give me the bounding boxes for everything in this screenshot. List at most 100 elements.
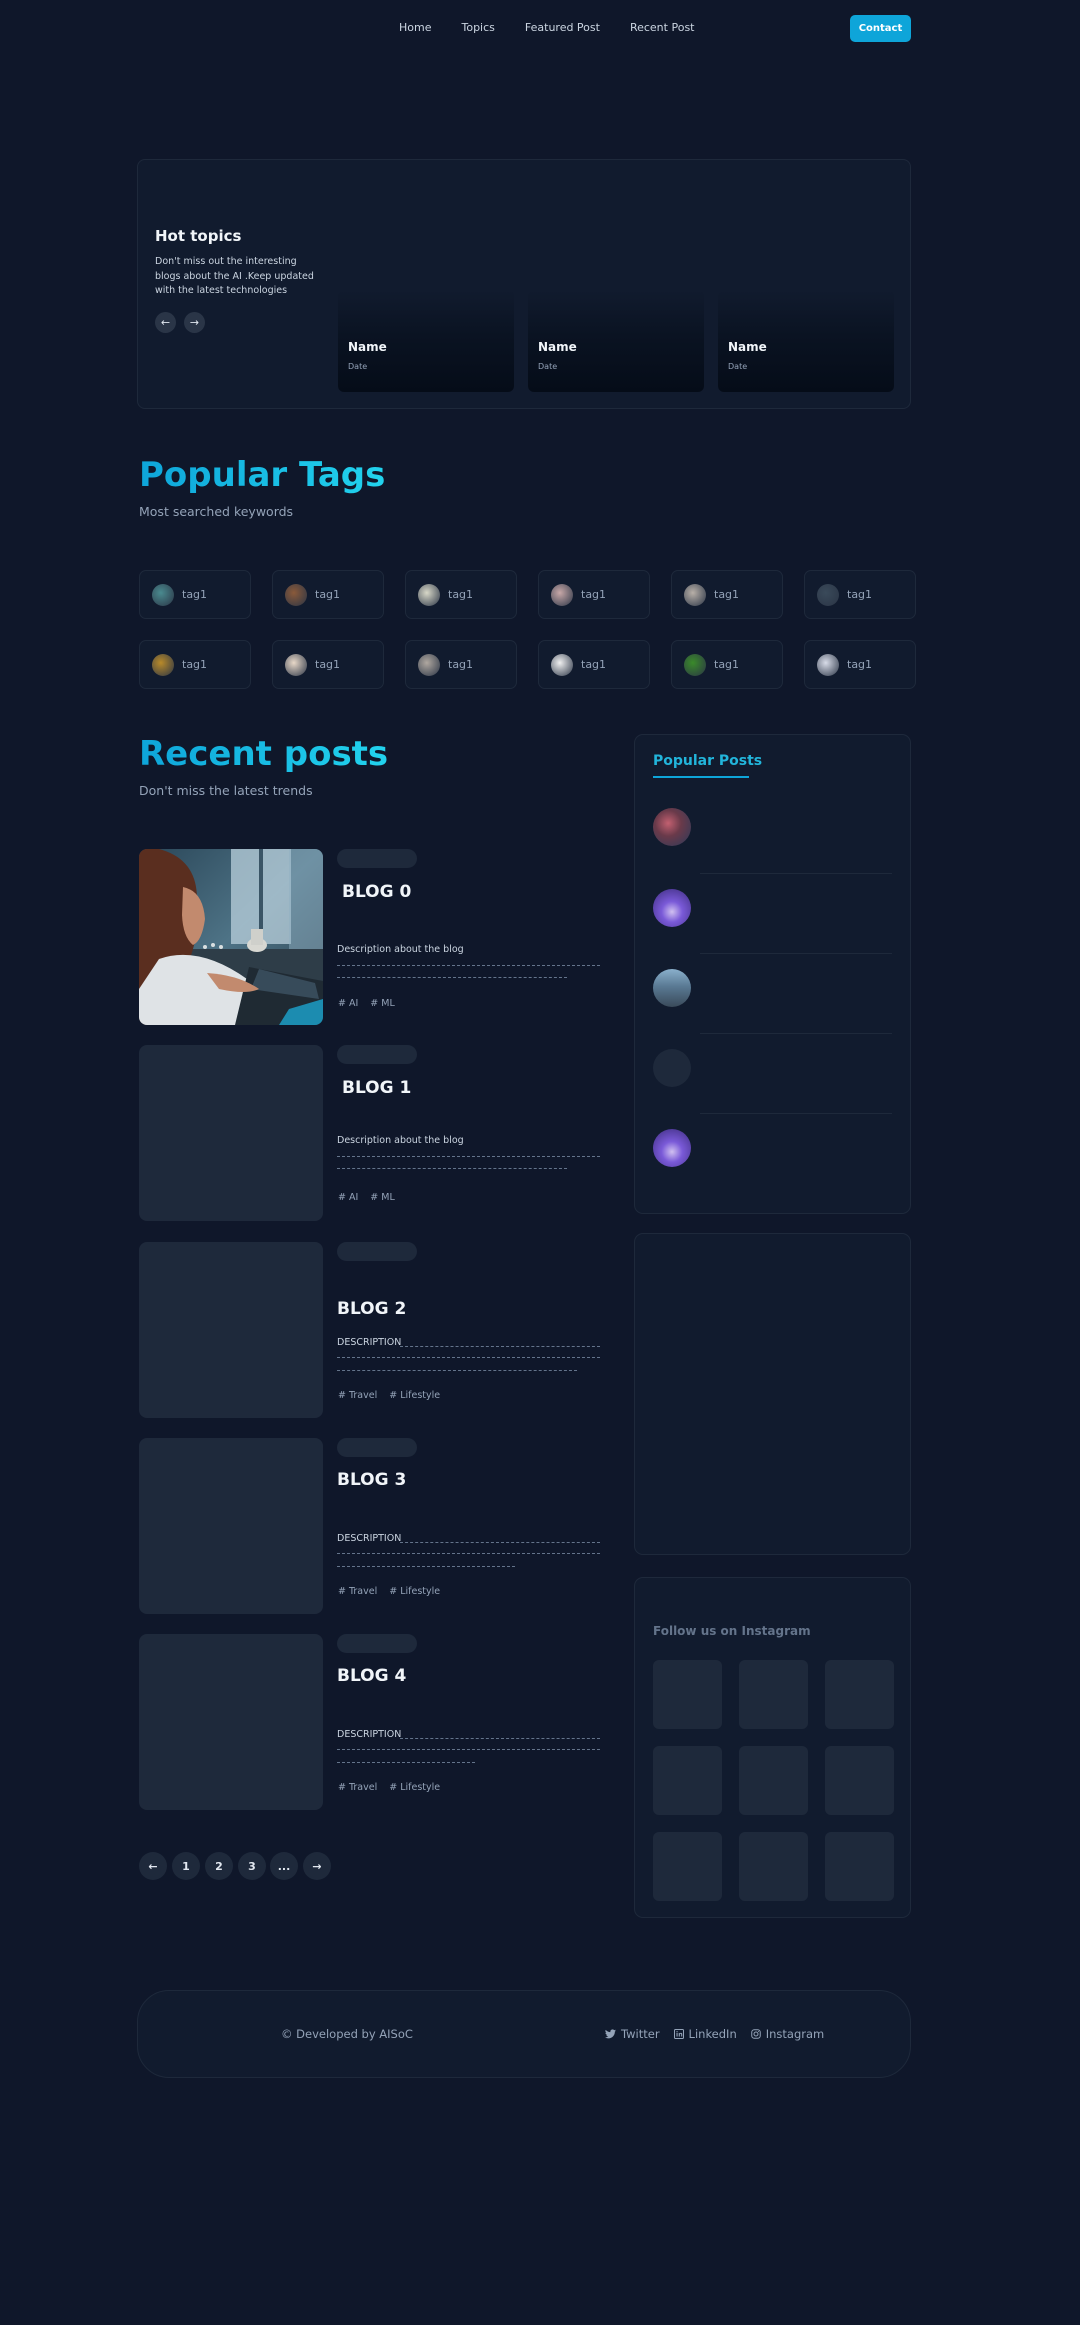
blog-3-title[interactable]: BLOG 3 [337, 1470, 406, 1490]
tag-chip[interactable]: tag1 [804, 640, 916, 689]
tag-chip[interactable]: tag1 [671, 570, 783, 619]
nav-link-topics[interactable]: Topics [461, 21, 494, 34]
hot-topic-name: Name [538, 340, 577, 354]
blog-tag[interactable]: # ML [370, 998, 394, 1009]
blog-4-text-line [337, 1749, 600, 1750]
blog-4-title[interactable]: BLOG 4 [337, 1666, 406, 1686]
tag-label: tag1 [714, 588, 740, 601]
blog-tag[interactable]: # Travel [338, 1390, 377, 1401]
blog-4-text-line [400, 1738, 600, 1739]
instagram-tile[interactable] [653, 1746, 722, 1815]
blog-4-image[interactable] [139, 1634, 323, 1810]
popular-posts-underline [653, 776, 749, 778]
popular-post-divider [700, 873, 892, 874]
popular-tags-title: Popular Tags [139, 455, 386, 495]
blog-tag[interactable]: # Lifestyle [389, 1782, 440, 1793]
blog-tag[interactable]: # Lifestyle [389, 1586, 440, 1597]
tag-avatar [684, 653, 706, 676]
tag-chip[interactable]: tag1 [804, 570, 916, 619]
blog-3-text-line [337, 1566, 515, 1567]
instagram-tile[interactable] [653, 1660, 722, 1729]
tag-chip[interactable]: tag1 [272, 570, 384, 619]
blog-tag[interactable]: # Travel [338, 1586, 377, 1597]
blog-tag[interactable]: # ML [370, 1192, 394, 1203]
pagination-prev-button[interactable]: ← [139, 1852, 167, 1880]
nav-link-home[interactable]: Home [399, 21, 431, 34]
tag-chip[interactable]: tag1 [139, 570, 251, 619]
blog-1-text-line [337, 1168, 567, 1169]
blog-0-text-line [337, 965, 600, 966]
footer-credit: © Developed by AISoC [281, 2027, 413, 2041]
popular-post-divider [700, 1033, 892, 1034]
popular-post-avatar[interactable] [653, 1129, 691, 1167]
tag-chip[interactable]: tag1 [671, 640, 783, 689]
hot-topics-prev-button[interactable]: ← [155, 312, 176, 333]
blog-2-tags: # Travel # Lifestyle [338, 1390, 440, 1401]
contact-button[interactable]: Contact [850, 15, 911, 42]
blog-0-image[interactable] [139, 849, 323, 1025]
popular-post-avatar[interactable] [653, 969, 691, 1007]
tag-chip[interactable]: tag1 [538, 570, 650, 619]
footer-link-twitter[interactable]: Twitter [605, 2027, 660, 2041]
pagination-next-button[interactable]: → [303, 1852, 331, 1880]
tag-avatar [285, 653, 307, 676]
blog-1-image[interactable] [139, 1045, 323, 1221]
tag-chip[interactable]: tag1 [405, 640, 517, 689]
instagram-tile[interactable] [825, 1660, 894, 1729]
blog-tag[interactable]: # Lifestyle [389, 1390, 440, 1401]
nav-link-featured-post[interactable]: Featured Post [525, 21, 600, 34]
tag-avatar [551, 653, 573, 676]
popular-post-avatar[interactable] [653, 889, 691, 927]
instagram-icon [751, 2029, 761, 2039]
blog-0-title[interactable]: BLOG 0 [342, 882, 411, 902]
pagination-page-2[interactable]: 2 [205, 1852, 233, 1880]
hot-topic-card[interactable]: Name Date [718, 290, 894, 392]
arrow-left-icon: ← [160, 316, 171, 329]
popular-post-divider [700, 953, 892, 954]
tag-avatar [285, 583, 307, 606]
blog-2-description: DESCRIPTION [337, 1337, 402, 1348]
tag-label: tag1 [182, 658, 208, 671]
blog-2-text-line [337, 1370, 577, 1371]
tag-chip[interactable]: tag1 [405, 570, 517, 619]
pagination-ellipsis[interactable]: ... [270, 1852, 298, 1880]
blog-tag[interactable]: # AI [338, 998, 358, 1009]
top-nav: Home Topics Featured Post Recent Post Co… [0, 0, 1080, 56]
instagram-label: Instagram [765, 2027, 825, 2041]
blog-3-image[interactable] [139, 1438, 323, 1614]
footer-link-linkedin[interactable]: LinkedIn [673, 2027, 737, 2041]
blog-2-text-line [337, 1357, 600, 1358]
blog-2-text-line [400, 1346, 600, 1347]
tag-label: tag1 [581, 588, 607, 601]
blog-2-image[interactable] [139, 1242, 323, 1418]
instagram-tile[interactable] [739, 1832, 808, 1901]
blog-3-category-pill [337, 1438, 417, 1457]
blog-tag[interactable]: # Travel [338, 1782, 377, 1793]
blog-2-title[interactable]: BLOG 2 [337, 1299, 406, 1319]
blog-1-title[interactable]: BLOG 1 [342, 1078, 411, 1098]
tag-chip[interactable]: tag1 [538, 640, 650, 689]
hot-topic-date: Date [538, 362, 558, 371]
pagination-page-3[interactable]: 3 [238, 1852, 266, 1880]
tag-chip[interactable]: tag1 [139, 640, 251, 689]
sidebar-widget-placeholder [634, 1233, 911, 1555]
instagram-tile[interactable] [825, 1746, 894, 1815]
tag-avatar [418, 583, 440, 606]
popular-post-avatar[interactable] [653, 1049, 691, 1087]
blog-tag[interactable]: # AI [338, 1192, 358, 1203]
popular-posts-title: Popular Posts [653, 753, 763, 769]
popular-post-avatar[interactable] [653, 808, 691, 846]
footer-link-instagram[interactable]: Instagram [751, 2027, 825, 2041]
hot-topics-next-button[interactable]: → [184, 312, 205, 333]
instagram-tile[interactable] [739, 1746, 808, 1815]
instagram-tile[interactable] [653, 1832, 722, 1901]
linkedin-icon [673, 2029, 684, 2039]
instagram-tile[interactable] [739, 1660, 808, 1729]
hot-topic-card[interactable]: Name Date [528, 290, 704, 392]
tag-label: tag1 [847, 588, 873, 601]
hot-topic-card[interactable]: Name Date [338, 290, 514, 392]
pagination-page-1[interactable]: 1 [172, 1852, 200, 1880]
tag-chip[interactable]: tag1 [272, 640, 384, 689]
nav-link-recent-post[interactable]: Recent Post [630, 21, 695, 34]
instagram-tile[interactable] [825, 1832, 894, 1901]
